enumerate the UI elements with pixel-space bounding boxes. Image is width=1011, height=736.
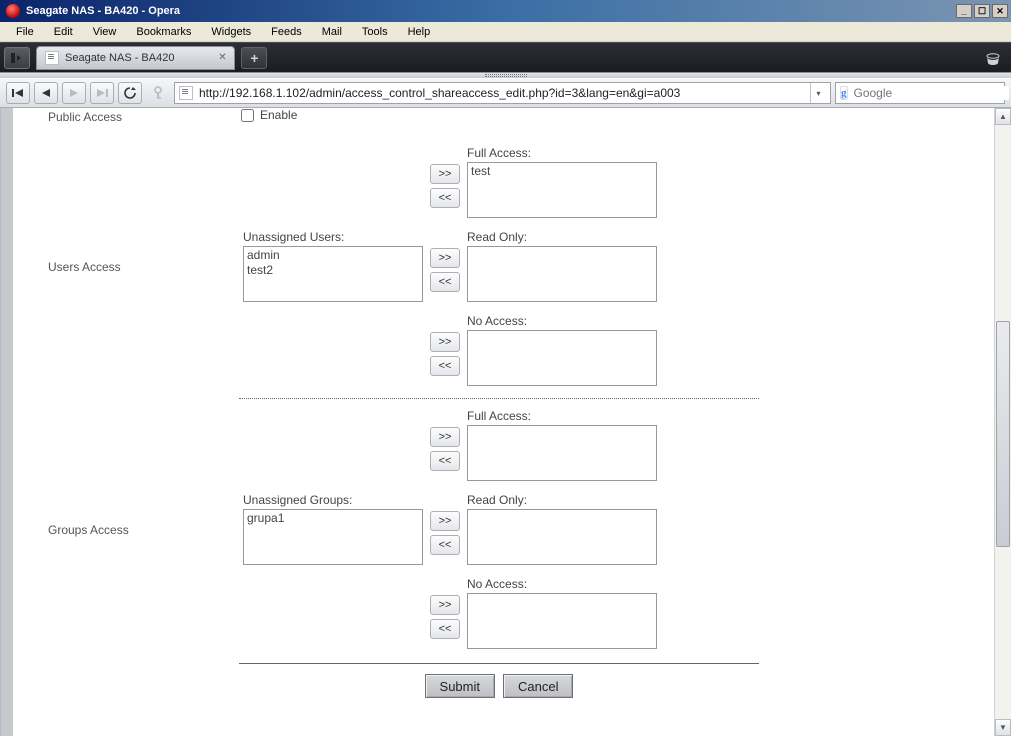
trash-icon — [985, 51, 1001, 65]
separator — [239, 398, 759, 399]
address-input[interactable] — [199, 86, 804, 100]
separator — [239, 663, 759, 664]
users-readonly-label: Read Only: — [467, 230, 657, 244]
back-icon — [41, 88, 51, 98]
unassigned-groups-list[interactable]: grupa1 — [243, 509, 423, 565]
panel-toggle-button[interactable] — [4, 47, 30, 69]
tab-bar: Seagate NAS - BA420 ✕ + — [0, 42, 1011, 72]
rewind-icon — [12, 88, 24, 98]
scroll-down-button[interactable]: ▼ — [995, 719, 1011, 736]
tab-close-button[interactable]: ✕ — [216, 52, 228, 64]
back-button[interactable] — [34, 82, 58, 104]
unassigned-users-list[interactable]: admin test2 — [243, 246, 423, 302]
vertical-scrollbar[interactable]: ▲ ▼ — [994, 108, 1011, 736]
search-input[interactable] — [854, 86, 1009, 100]
menu-tools[interactable]: Tools — [352, 23, 398, 41]
users-full-add-button[interactable]: >> — [430, 164, 460, 184]
closed-tabs-button[interactable] — [981, 47, 1005, 69]
menu-help[interactable]: Help — [398, 23, 441, 41]
unassigned-groups-label: Unassigned Groups: — [243, 493, 423, 507]
forward-button[interactable] — [62, 82, 86, 104]
menu-view[interactable]: View — [83, 23, 127, 41]
menu-file[interactable]: File — [6, 23, 44, 41]
panel-icon — [11, 53, 23, 63]
users-full-remove-button[interactable]: << — [430, 188, 460, 208]
groups-readonly-list[interactable] — [467, 509, 657, 565]
users-noaccess-list[interactable] — [467, 330, 657, 386]
address-dropdown-button[interactable]: ▾ — [810, 83, 826, 103]
groups-readonly-remove-button[interactable]: << — [430, 535, 460, 555]
list-item[interactable]: admin — [247, 248, 419, 263]
groups-noaccess-list[interactable] — [467, 593, 657, 649]
scroll-up-button[interactable]: ▲ — [995, 108, 1011, 125]
search-bar[interactable]: g ▾ — [835, 82, 1005, 104]
list-item[interactable]: grupa1 — [247, 511, 419, 526]
reload-icon — [124, 87, 136, 99]
reload-button[interactable] — [118, 82, 142, 104]
groups-noaccess-remove-button[interactable]: << — [430, 619, 460, 639]
users-noaccess-label: No Access: — [467, 314, 657, 328]
address-favicon-icon — [179, 86, 193, 100]
fastforward-icon — [96, 88, 108, 98]
scroll-track[interactable] — [995, 125, 1011, 719]
groups-noaccess-add-button[interactable]: >> — [430, 595, 460, 615]
groups-full-add-button[interactable]: >> — [430, 427, 460, 447]
cancel-button[interactable]: Cancel — [503, 674, 573, 698]
list-item[interactable]: test2 — [247, 263, 419, 278]
form-actions: Submit Cancel — [239, 674, 759, 698]
users-readonly-remove-button[interactable]: << — [430, 272, 460, 292]
forward-icon — [69, 88, 79, 98]
menu-mail[interactable]: Mail — [312, 23, 352, 41]
close-button[interactable]: ✕ — [992, 4, 1008, 18]
groups-noaccess-label: No Access: — [467, 577, 657, 591]
key-icon — [152, 86, 164, 100]
google-icon: g — [840, 86, 848, 100]
opera-icon — [6, 4, 20, 18]
users-access-label: Users Access — [13, 230, 243, 274]
page-favicon-icon — [45, 51, 59, 65]
users-readonly-add-button[interactable]: >> — [430, 248, 460, 268]
tab-title: Seagate NAS - BA420 — [65, 52, 174, 64]
menu-feeds[interactable]: Feeds — [261, 23, 312, 41]
users-noaccess-remove-button[interactable]: << — [430, 356, 460, 376]
fastforward-button[interactable] — [90, 82, 114, 104]
menu-bookmarks[interactable]: Bookmarks — [126, 23, 201, 41]
users-full-access-list[interactable]: test — [467, 162, 657, 218]
unassigned-users-label: Unassigned Users: — [243, 230, 423, 244]
wand-button[interactable] — [146, 82, 170, 104]
window-title: Seagate NAS - BA420 - Opera — [26, 5, 956, 17]
window-titlebar: Seagate NAS - BA420 - Opera _ ☐ ✕ — [0, 0, 1011, 22]
navigation-toolbar: ▾ g ▾ — [0, 78, 1011, 108]
minimize-button[interactable]: _ — [956, 4, 972, 18]
public-access-label: Public Access — [13, 108, 243, 124]
groups-full-access-label: Full Access: — [467, 409, 657, 423]
menu-bar: File Edit View Bookmarks Widgets Feeds M… — [0, 22, 1011, 42]
submit-button[interactable]: Submit — [425, 674, 495, 698]
address-bar[interactable]: ▾ — [174, 82, 831, 104]
groups-readonly-label: Read Only: — [467, 493, 657, 507]
viewport: Public Access Enable — [0, 108, 1011, 736]
enable-label: Enable — [260, 108, 297, 122]
maximize-button[interactable]: ☐ — [974, 4, 990, 18]
users-full-access-label: Full Access: — [467, 146, 657, 160]
users-noaccess-add-button[interactable]: >> — [430, 332, 460, 352]
groups-full-remove-button[interactable]: << — [430, 451, 460, 471]
list-item[interactable]: test — [471, 164, 653, 179]
enable-checkbox[interactable] — [241, 109, 254, 122]
window-controls: _ ☐ ✕ — [956, 4, 1008, 18]
menu-edit[interactable]: Edit — [44, 23, 83, 41]
groups-full-access-list[interactable] — [467, 425, 657, 481]
new-tab-button[interactable]: + — [241, 47, 267, 69]
users-readonly-list[interactable] — [467, 246, 657, 302]
scroll-thumb[interactable] — [996, 321, 1010, 547]
menu-widgets[interactable]: Widgets — [201, 23, 261, 41]
groups-access-label: Groups Access — [13, 493, 243, 537]
rewind-button[interactable] — [6, 82, 30, 104]
tab-active[interactable]: Seagate NAS - BA420 ✕ — [36, 46, 235, 70]
groups-readonly-add-button[interactable]: >> — [430, 511, 460, 531]
